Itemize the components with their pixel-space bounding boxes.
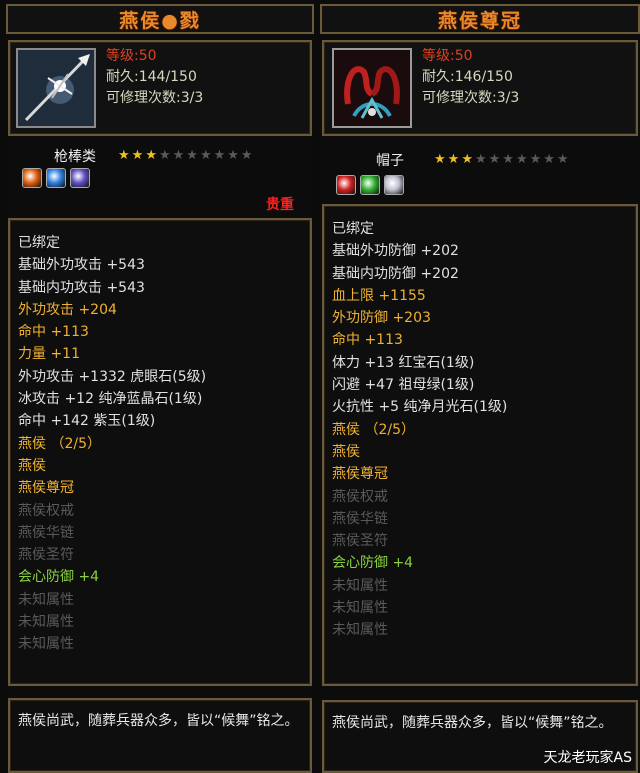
attribute-line: 会心防御 +4 bbox=[18, 569, 100, 586]
attribute-line: 命中 +113 bbox=[18, 324, 89, 341]
durability-text: 耐久:146/150 bbox=[422, 69, 513, 85]
watermark-text: 天龙老玩家AS bbox=[543, 750, 632, 766]
attribute-line: 燕侯尊冠 bbox=[332, 466, 388, 483]
star-icon: ★ bbox=[199, 148, 212, 163]
item-type: 枪棒类 bbox=[54, 149, 96, 165]
attribute-line: 未知属性 bbox=[332, 622, 388, 639]
gem-sockets bbox=[22, 168, 90, 188]
attribute-line: 火抗性 +5 纯净月光石(1级) bbox=[332, 399, 508, 416]
attribute-line: 未知属性 bbox=[18, 614, 74, 631]
sapphire-gem-icon[interactable] bbox=[46, 168, 66, 188]
star-icon: ★ bbox=[131, 148, 144, 163]
star-icon: ★ bbox=[556, 152, 569, 167]
attribute-line: 燕侯 （2/5） bbox=[332, 421, 415, 438]
item-stats: 等级:50 耐久:146/150 可修理次数:3/3 bbox=[422, 46, 519, 109]
attribute-line: 燕侯尊冠 bbox=[18, 480, 74, 497]
level-text: 等级:50 bbox=[106, 48, 157, 64]
attribute-line: 基础外功攻击 +543 bbox=[18, 257, 145, 274]
attribute-line: 命中 +142 紫玉(1级) bbox=[18, 413, 156, 430]
star-rating: ★ ★ ★ ★ ★ ★ ★ ★ ★ ★ bbox=[118, 149, 253, 162]
star-icon: ★ bbox=[434, 152, 446, 167]
attribute-line: 燕侯权戒 bbox=[332, 488, 388, 505]
attribute-line: 燕侯华链 bbox=[18, 524, 74, 541]
attribute-list: 已绑定基础外功攻击 +543 基础内功攻击 +543 外功攻击 +204 命中 +11… bbox=[8, 218, 312, 686]
star-icon: ★ bbox=[118, 148, 130, 163]
attribute-line: 燕侯华链 bbox=[332, 510, 388, 527]
attribute-line: 体力 +13 红宝石(1级) bbox=[332, 354, 475, 371]
star-icon: ★ bbox=[515, 152, 528, 167]
attribute-line: 燕侯权戒 bbox=[18, 502, 74, 519]
attribute-line: 会心防御 +4 bbox=[332, 555, 414, 572]
attribute-line: 燕侯 （2/5） bbox=[18, 435, 101, 452]
attribute-line: 燕侯 bbox=[18, 457, 46, 474]
item-stats: 等级:50 耐久:144/150 可修理次数:3/3 bbox=[106, 46, 203, 109]
item-title: 燕侯尊冠 bbox=[320, 4, 640, 34]
attribute-line: 冰攻击 +12 纯净蓝晶石(1级) bbox=[18, 391, 203, 408]
attribute-line: 外功防御 +203 bbox=[332, 310, 431, 327]
attribute-line: 力量 +11 bbox=[18, 346, 80, 363]
item-header: 等级:50 耐久:146/150 可修理次数:3/3 bbox=[322, 40, 638, 136]
item-title: 燕侯●戮 bbox=[6, 4, 314, 34]
attribute-line: 闪避 +47 祖母绿(1级) bbox=[332, 377, 475, 394]
item-type: 帽子 bbox=[376, 153, 404, 169]
attribute-line: 外功攻击 +204 bbox=[18, 301, 117, 318]
level-text: 等级:50 bbox=[422, 48, 473, 64]
star-icon: ★ bbox=[227, 148, 239, 163]
star-icon: ★ bbox=[447, 152, 460, 167]
attribute-line: 燕侯圣符 bbox=[332, 533, 388, 550]
amethyst-gem-icon[interactable] bbox=[70, 168, 90, 188]
right-item-tooltip: 燕侯尊冠 等级:50 耐久:146/150 可修理次数:3/3 帽子 ★ ★ ★ ★ ★… bbox=[320, 0, 640, 773]
star-icon: ★ bbox=[145, 148, 157, 163]
attribute-line: 已绑定 bbox=[18, 235, 60, 251]
star-icon: ★ bbox=[240, 148, 253, 163]
attribute-line: 未知属性 bbox=[18, 591, 74, 608]
star-icon: ★ bbox=[543, 152, 555, 167]
ruby-gem-icon[interactable] bbox=[22, 168, 42, 188]
attribute-line: 外功攻击 +1332 虎眼石(5级) bbox=[18, 368, 207, 385]
star-icon: ★ bbox=[172, 148, 185, 163]
star-icon: ★ bbox=[474, 152, 487, 167]
attribute-line: 未知属性 bbox=[332, 600, 388, 617]
repair-count-text: 可修理次数:3/3 bbox=[422, 90, 520, 106]
star-icon: ★ bbox=[158, 148, 171, 163]
star-icon: ★ bbox=[488, 152, 501, 167]
star-rating: ★ ★ ★ ★ ★ ★ ★ ★ ★ ★ bbox=[434, 153, 569, 166]
item-description: 燕侯尚武，随葬兵器众多，皆以“候舞”铭之。 bbox=[8, 698, 312, 773]
repair-count-text: 可修理次数:3/3 bbox=[106, 90, 204, 106]
crown-icon[interactable] bbox=[332, 48, 412, 128]
attribute-line: 基础内功攻击 +543 bbox=[18, 279, 145, 296]
moonstone-gem-icon[interactable] bbox=[384, 175, 404, 195]
attribute-list: 已绑定基础外功防御 +202 基础内功防御 +202 血上限 +1155 外功防御 +… bbox=[322, 204, 638, 686]
attribute-line: 未知属性 bbox=[332, 577, 388, 594]
attribute-line: 未知属性 bbox=[18, 636, 74, 653]
attribute-line: 基础外功防御 +202 bbox=[332, 243, 459, 260]
attribute-line: 已绑定 bbox=[332, 221, 374, 237]
star-icon: ★ bbox=[213, 148, 226, 163]
attribute-line: 燕侯 bbox=[332, 443, 360, 460]
gem-sockets bbox=[336, 175, 404, 195]
rarity-badge: 贵重 bbox=[266, 197, 294, 213]
star-icon: ★ bbox=[186, 148, 198, 163]
emerald-gem-icon[interactable] bbox=[360, 175, 380, 195]
ruby-gem-icon[interactable] bbox=[336, 175, 356, 195]
left-item-tooltip: 燕侯●戮 等级:50 耐久:144/150 可修理次数:3/3 枪棒类 ★ ★ ★ ★… bbox=[6, 0, 314, 773]
durability-text: 耐久:144/150 bbox=[106, 69, 197, 85]
attribute-line: 燕侯圣符 bbox=[18, 547, 74, 564]
star-icon: ★ bbox=[461, 152, 473, 167]
attribute-line: 命中 +113 bbox=[332, 332, 403, 349]
attribute-line: 基础内功防御 +202 bbox=[332, 265, 459, 282]
spear-icon[interactable] bbox=[16, 48, 96, 128]
star-icon: ★ bbox=[529, 152, 542, 167]
item-header: 等级:50 耐久:144/150 可修理次数:3/3 bbox=[8, 40, 312, 136]
star-icon: ★ bbox=[502, 152, 514, 167]
attribute-line: 血上限 +1155 bbox=[332, 287, 426, 304]
